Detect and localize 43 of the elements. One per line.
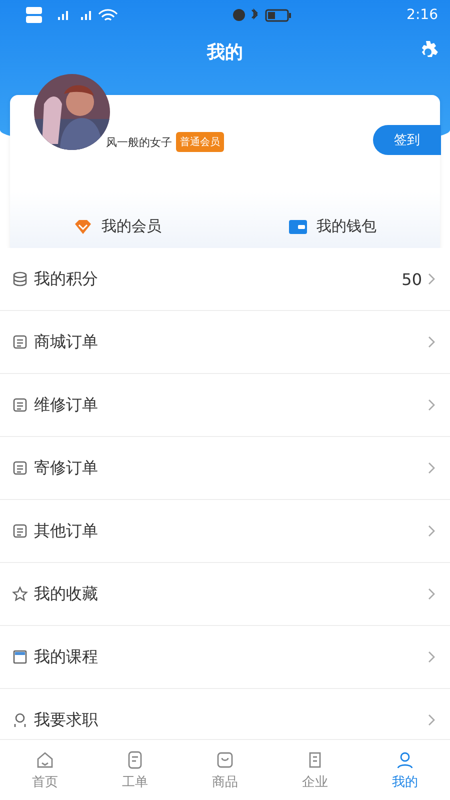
person-icon — [395, 750, 415, 770]
chevron-icon — [428, 588, 436, 600]
menu-label: 商城订单 — [34, 332, 99, 352]
menu-label: 寄修订单 — [34, 458, 99, 478]
sign-in-button[interactable]: 签到 — [373, 125, 441, 155]
chevron-icon — [428, 336, 436, 348]
wallet-icon — [288, 218, 306, 234]
chevron-icon — [428, 399, 436, 411]
user-name: 风一般的女子 — [106, 134, 172, 150]
page-title: 我的 — [207, 41, 243, 64]
tab[interactable]: 我的 — [360, 740, 450, 800]
tab[interactable]: 首页 — [0, 740, 90, 800]
chevron-icon — [428, 462, 436, 474]
chevron-icon — [428, 651, 436, 663]
chevron-icon — [428, 525, 436, 537]
menu-label: 我的收藏 — [34, 584, 99, 604]
chevron-icon — [428, 273, 436, 285]
menu-label: 我的课程 — [34, 646, 99, 668]
menu-label: 维修订单 — [34, 394, 99, 416]
tab[interactable]: 工单 — [90, 740, 180, 800]
book-icon — [12, 649, 28, 665]
home-icon — [35, 750, 55, 770]
menu-row[interactable]: 我的积分 50 — [0, 248, 450, 311]
shortcut-button[interactable]: 我的会员 — [10, 216, 225, 237]
person-icon — [12, 712, 28, 728]
document-icon — [12, 334, 28, 350]
menu-label: 其他订单 — [34, 520, 99, 542]
menu-label: 我的积分 — [34, 268, 99, 290]
document-icon — [12, 397, 28, 413]
member-badge: 普通会员 — [176, 132, 224, 152]
status-time: 2:16 — [406, 7, 438, 23]
star-icon — [12, 586, 28, 602]
diamond-icon — [74, 218, 92, 234]
shortcut-button[interactable]: 我的钱包 — [225, 216, 440, 237]
menu-label: 我要求职 — [34, 710, 99, 730]
document-icon — [12, 523, 28, 539]
chevron-icon — [428, 714, 436, 726]
document-icon — [12, 460, 28, 476]
coins-icon — [12, 271, 28, 287]
tab[interactable]: 商品 — [180, 740, 270, 800]
points-value: 50 — [402, 270, 422, 288]
tab[interactable]: 企业 — [270, 740, 360, 800]
bag-icon — [215, 750, 235, 770]
